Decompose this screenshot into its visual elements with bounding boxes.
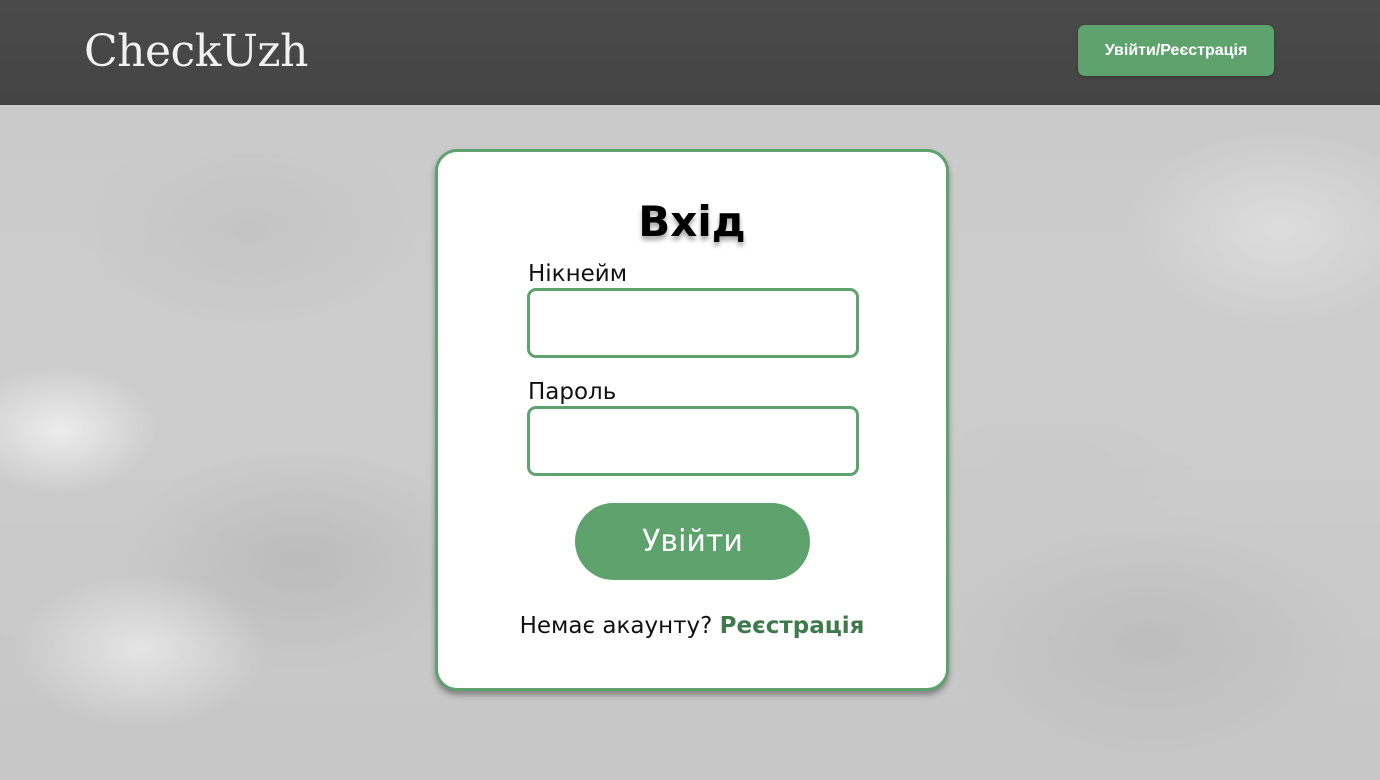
nickname-label: Нікнейм [528, 261, 628, 287]
register-prompt: Немає акаунту? Реєстрація [438, 611, 946, 641]
nickname-input[interactable] [527, 288, 859, 358]
register-link[interactable]: Реєстрація [720, 613, 865, 639]
login-title: Вхід [638, 197, 746, 246]
no-account-text: Немає акаунту? [519, 613, 713, 639]
login-card: Вхід Нікнейм Пароль Увійти Немає акаунту… [435, 149, 949, 691]
login-submit-button[interactable]: Увійти [575, 503, 810, 580]
password-input[interactable] [527, 406, 859, 476]
site-logo[interactable]: CheckUzh [84, 26, 308, 78]
top-navbar: CheckUzh Увійти/Реєстрація [0, 0, 1380, 105]
password-label: Пароль [528, 379, 617, 405]
login-register-button[interactable]: Увійти/Реєстрація [1078, 25, 1274, 76]
